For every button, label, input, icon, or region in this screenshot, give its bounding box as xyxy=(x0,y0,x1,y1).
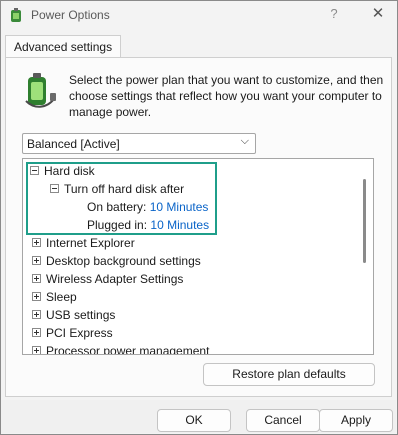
expand-icon[interactable] xyxy=(32,292,41,302)
battery-plug-icon xyxy=(25,73,56,108)
tree-scrollbar-thumb[interactable] xyxy=(363,179,366,263)
apply-button[interactable]: Apply xyxy=(319,409,393,432)
power-options-icon xyxy=(11,8,21,22)
cancel-button[interactable]: Cancel xyxy=(246,409,320,432)
help-button[interactable]: ? xyxy=(321,3,347,25)
window-title: Power Options xyxy=(31,8,110,22)
tree-item-label: Processor power management xyxy=(46,344,210,355)
expand-icon[interactable] xyxy=(32,310,41,320)
power-plan-value: Balanced [Active] xyxy=(27,137,120,151)
tree-item-label: PCI Express xyxy=(46,326,113,340)
tree-item-desktop-background[interactable]: Desktop background settings xyxy=(32,252,201,270)
ok-button[interactable]: OK xyxy=(157,409,231,432)
tree-item-label: USB settings xyxy=(46,308,116,322)
tab-advanced-settings[interactable]: Advanced settings xyxy=(5,35,122,58)
tree-item-label: Desktop background settings xyxy=(46,254,201,268)
highlight-box xyxy=(26,162,217,235)
expand-icon[interactable] xyxy=(32,328,41,338)
expand-icon[interactable] xyxy=(32,346,41,354)
tree-item-wireless-adapter[interactable]: Wireless Adapter Settings xyxy=(32,270,183,288)
tree-item-processor-power[interactable]: Processor power management xyxy=(32,342,210,355)
tree-item-label: Wireless Adapter Settings xyxy=(46,272,184,286)
expand-icon[interactable] xyxy=(32,238,41,248)
power-plan-dropdown[interactable]: Balanced [Active] ⌵ xyxy=(22,133,256,154)
tree-item-sleep[interactable]: Sleep xyxy=(32,288,77,306)
chevron-down-icon: ⌵ xyxy=(240,135,249,147)
description-text: Select the power plan that you want to c… xyxy=(69,73,384,119)
expand-icon[interactable] xyxy=(32,256,41,266)
title-bar: Power Options ? ✕ xyxy=(1,1,397,29)
tree-item-usb-settings[interactable]: USB settings xyxy=(32,306,115,324)
expand-icon[interactable] xyxy=(32,274,41,284)
tree-item-label: Internet Explorer xyxy=(46,236,135,250)
tree-item-pci-express[interactable]: PCI Express xyxy=(32,324,113,342)
close-button[interactable]: ✕ xyxy=(365,3,391,25)
tree-item-label: Sleep xyxy=(46,290,77,304)
restore-plan-defaults-button[interactable]: Restore plan defaults xyxy=(203,363,375,386)
tree-item-internet-explorer[interactable]: Internet Explorer xyxy=(32,234,135,252)
